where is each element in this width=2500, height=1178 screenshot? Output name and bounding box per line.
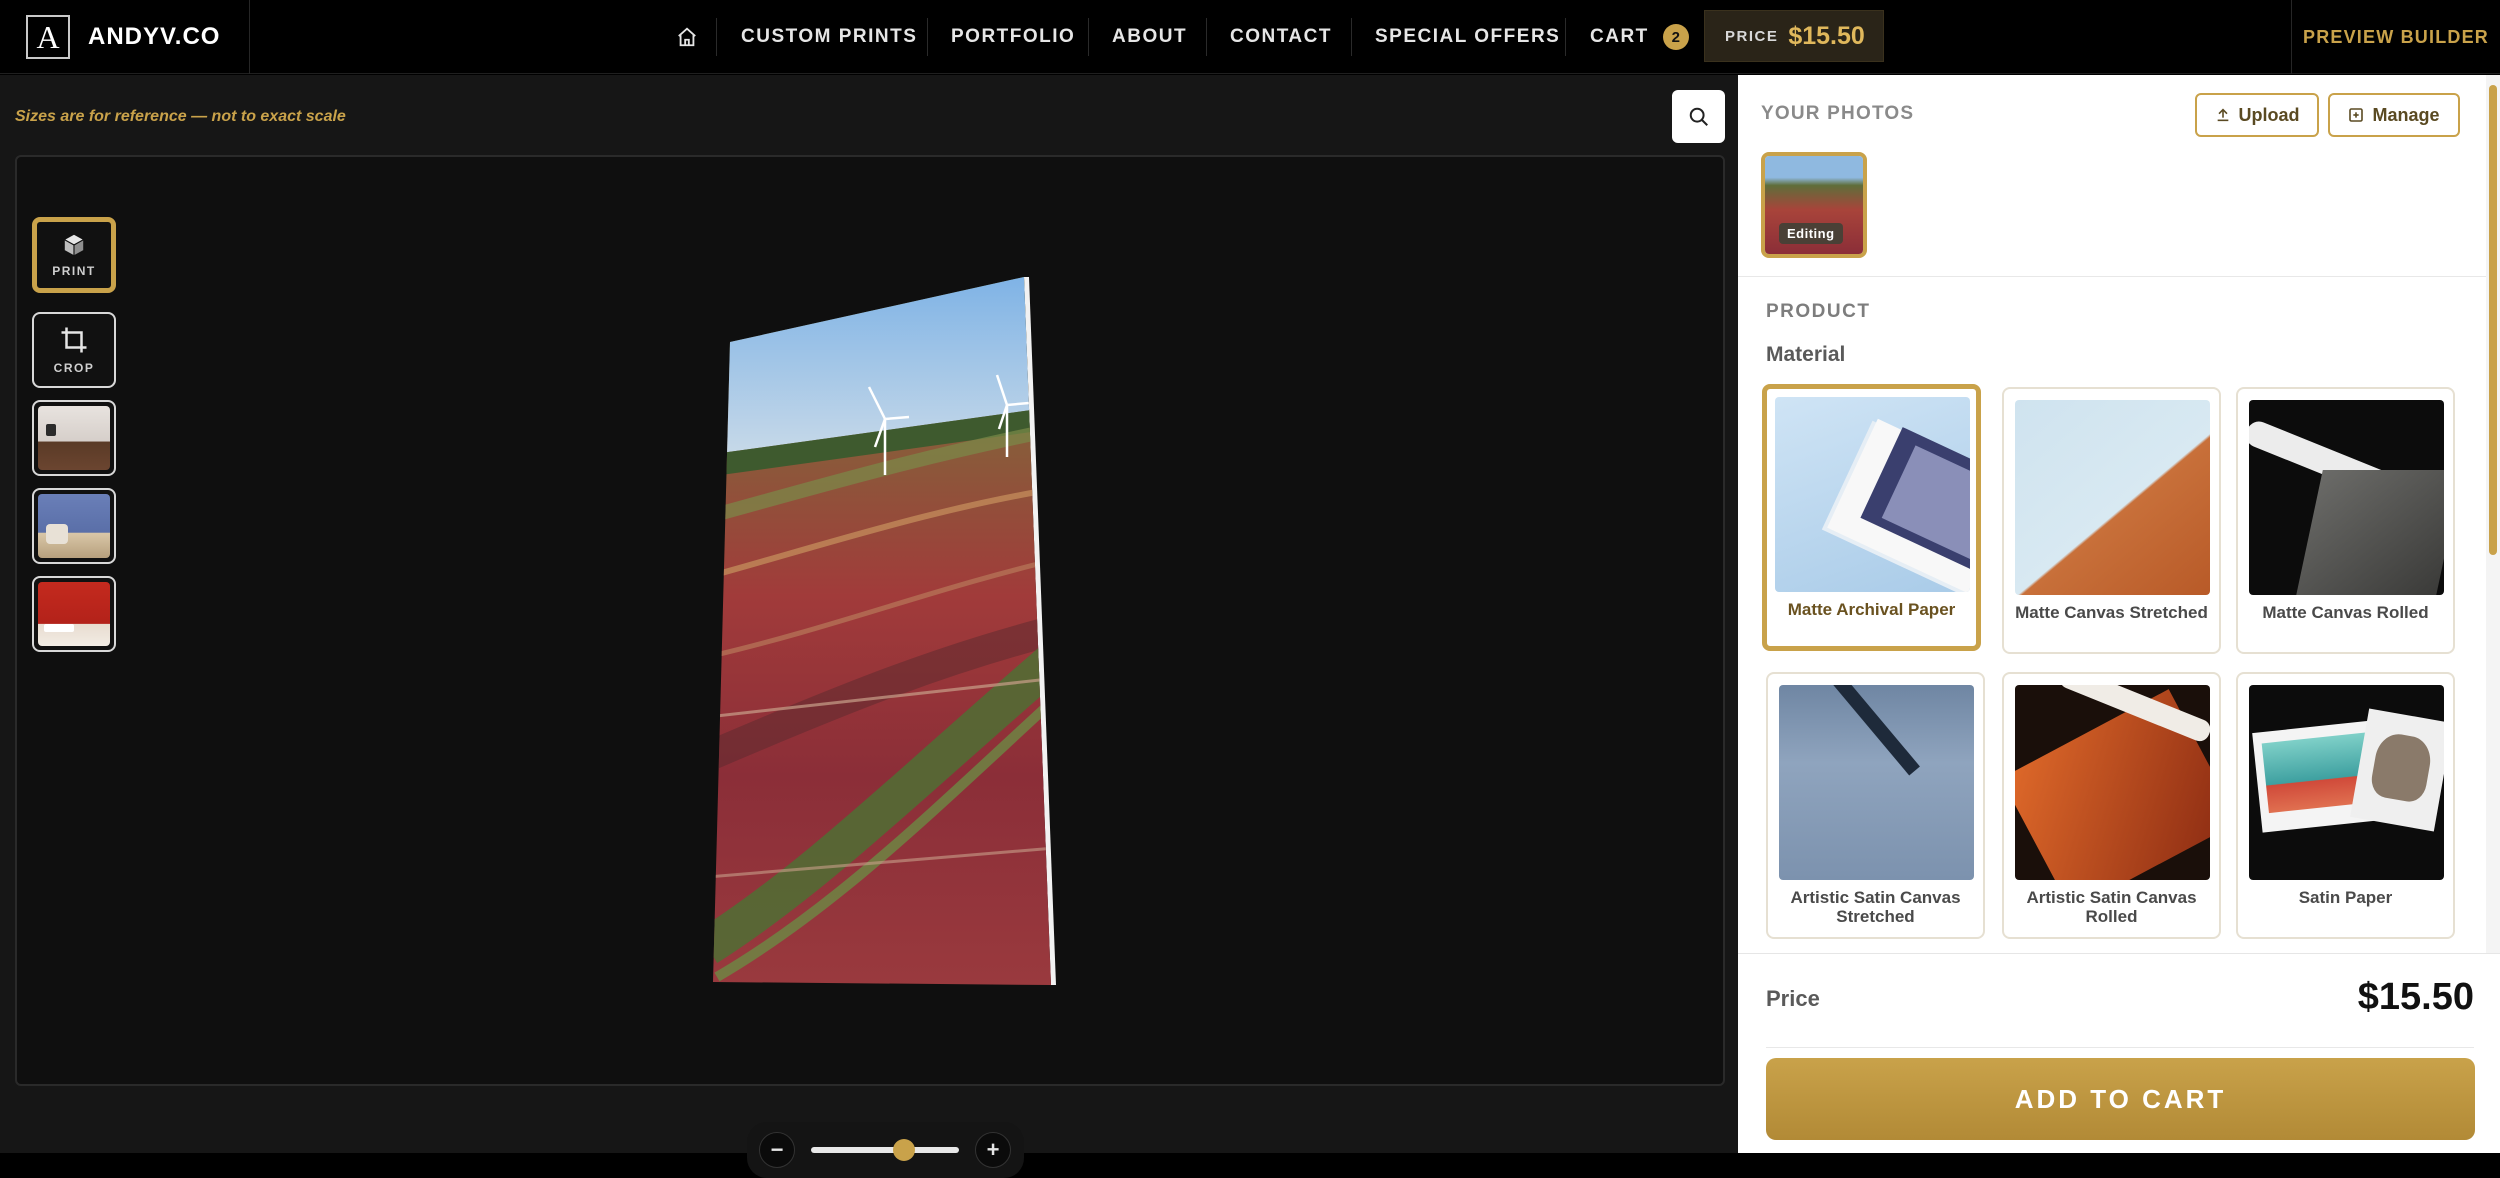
manage-button[interactable]: Manage <box>2328 93 2460 137</box>
nav-separator <box>716 18 717 56</box>
material-card-artistic-satin-canvas-stretched[interactable]: Artistic Satin Canvas Stretched <box>1766 672 1985 939</box>
nav-home-link[interactable] <box>662 0 712 74</box>
price-summary: Price $15.50 ADD TO CART <box>1738 953 2500 1153</box>
upload-button[interactable]: Upload <box>2195 93 2319 137</box>
preview-workarea: Sizes are for reference — not to exact s… <box>0 75 1738 1178</box>
add-to-cart-button[interactable]: ADD TO CART <box>1766 1058 2475 1140</box>
nav-cart[interactable]: CART 2 <box>1590 0 1689 74</box>
material-card-satin-paper[interactable]: Satin Paper <box>2236 672 2455 939</box>
price-value: $15.50 <box>2357 976 2474 1018</box>
your-photos-title: YOUR PHOTOS <box>1761 103 1915 124</box>
material-card-artistic-satin-canvas-rolled[interactable]: Artistic Satin Canvas Rolled <box>2002 672 2221 939</box>
nav-price-display: PRICE $15.50 <box>1704 10 1884 62</box>
material-card-matte-canvas-stretched[interactable]: Matte Canvas Stretched <box>2002 387 2221 654</box>
nav-separator <box>1206 18 1207 56</box>
zoom-control: − + <box>747 1122 1024 1178</box>
material-name: Matte Archival Paper <box>1787 600 1956 619</box>
nav-price-value: $15.50 <box>1788 21 1865 50</box>
brand[interactable]: A ANDYV.CO <box>0 0 250 74</box>
nav-contact[interactable]: CONTACT <box>1230 0 1332 74</box>
product-section-title: PRODUCT <box>1766 301 1871 322</box>
cart-count-badge: 2 <box>1662 24 1689 50</box>
nav-special-offers[interactable]: SPECIAL OFFERS <box>1375 0 1560 74</box>
divider <box>1766 1047 2474 1048</box>
upload-label: Upload <box>2238 104 2300 125</box>
zoom-out-button[interactable]: − <box>759 1132 795 1168</box>
editing-tag: Editing <box>1779 223 1843 244</box>
zoom-in-button[interactable]: + <box>975 1132 1011 1168</box>
material-title: Material <box>1766 343 1846 366</box>
material-name: Matte Canvas Stretched <box>2015 603 2208 622</box>
material-name: Artistic Satin Canvas Rolled <box>2026 888 2197 926</box>
uploaded-photo-thumbnail[interactable]: Editing <box>1761 152 1867 258</box>
nav-separator <box>1088 18 1089 56</box>
panel-scrollbar-thumb[interactable] <box>2489 85 2497 555</box>
nav-about[interactable]: ABOUT <box>1112 0 1187 74</box>
preview-canvas[interactable]: PRINT CROP − + <box>15 155 1725 1178</box>
material-name: Artistic Satin Canvas Stretched <box>1790 888 1961 926</box>
material-card-matte-canvas-rolled[interactable]: Matte Canvas Rolled <box>2236 387 2455 654</box>
nav-separator <box>1351 18 1352 56</box>
panel-scroll-area[interactable]: YOUR PHOTOS Upload Manage Editing PRODUC… <box>1738 75 2500 953</box>
price-label: Price <box>1766 986 1820 1011</box>
home-icon <box>678 27 696 47</box>
satin-paper-image <box>2249 685 2444 880</box>
nav-separator <box>927 18 928 56</box>
material-name: Matte Canvas Rolled <box>2262 603 2429 622</box>
nav-portfolio[interactable]: PORTFOLIO <box>951 0 1075 74</box>
nav-price-label: PRICE <box>1725 27 1779 45</box>
logo: A <box>26 15 70 59</box>
print-preview[interactable] <box>17 157 1723 1084</box>
divider <box>1738 276 2486 277</box>
material-name: Satin Paper <box>2298 888 2393 907</box>
preview-builder-link[interactable]: PREVIEW BUILDER <box>2291 0 2500 74</box>
zoom-slider[interactable] <box>811 1139 959 1161</box>
artistic-satin-canvas-rolled-image <box>2015 685 2210 880</box>
scale-note: Sizes are for reference — not to exact s… <box>15 108 346 125</box>
product-panel: YOUR PHOTOS Upload Manage Editing PRODUC… <box>1738 75 2500 1153</box>
manage-label: Manage <box>2372 104 2440 125</box>
magnify-button[interactable] <box>1672 90 1725 143</box>
nav-separator <box>1565 18 1566 56</box>
top-navigation: A ANDYV.CO CUSTOM PRINTS PORTFOLIO ABOUT… <box>0 0 2500 74</box>
zoom-slider-thumb[interactable] <box>892 1139 915 1161</box>
matte-canvas-rolled-image <box>2249 400 2444 595</box>
upload-icon <box>2217 108 2228 122</box>
magnifier-icon <box>1689 107 1708 126</box>
manage-icon <box>2349 108 2364 122</box>
cart-label: CART <box>1590 26 1649 47</box>
material-card-matte-archival-paper[interactable]: Matte Archival Paper <box>1762 384 1981 651</box>
brand-name: ANDYV.CO <box>88 23 221 50</box>
matte-canvas-stretched-image <box>2015 400 2210 595</box>
matte-archival-paper-image <box>1775 397 1970 592</box>
artistic-satin-canvas-stretched-image <box>1779 685 1974 880</box>
nav-custom-prints[interactable]: CUSTOM PRINTS <box>741 0 917 74</box>
panel-scrollbar[interactable] <box>2486 75 2500 953</box>
